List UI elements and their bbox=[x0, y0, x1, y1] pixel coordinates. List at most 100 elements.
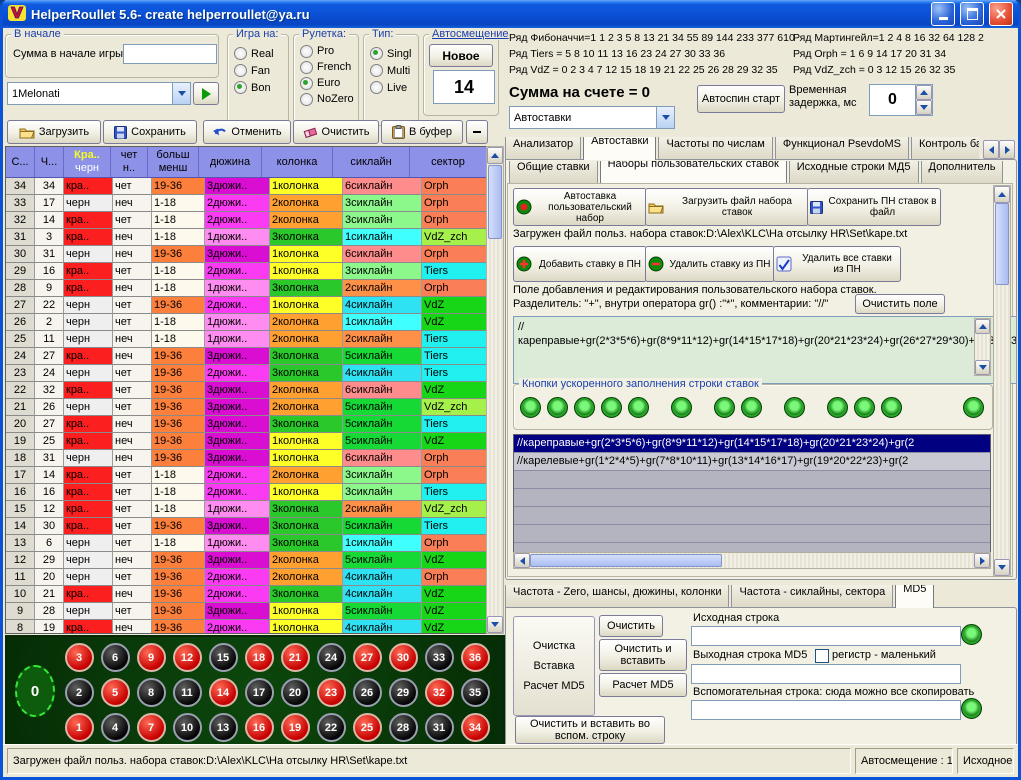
sub-tab-1[interactable]: Общие ставки bbox=[509, 161, 598, 183]
md5-calc-button[interactable]: Расчет MD5 bbox=[599, 673, 687, 697]
bottom-tab-3[interactable]: MD5 bbox=[895, 585, 934, 608]
board-number-4[interactable]: 4 bbox=[101, 713, 130, 742]
autobets-combobox-arrow[interactable] bbox=[656, 107, 674, 128]
panel-scrollbar[interactable] bbox=[993, 185, 1011, 577]
bets-list-hthumb[interactable] bbox=[530, 554, 722, 567]
bets-list-item[interactable]: //карелевые+gr(1*2*4*5)+gr(7*8*10*11)+gr… bbox=[514, 453, 990, 471]
main-tab-1[interactable]: Анализатор bbox=[505, 137, 581, 160]
save-button[interactable]: Сохранить bbox=[103, 120, 197, 144]
delete-bet-button[interactable]: Удалить ставку из ПН bbox=[645, 246, 775, 282]
board-number-6[interactable]: 6 bbox=[101, 643, 130, 672]
quick-fill-chip[interactable] bbox=[601, 397, 622, 418]
load-button[interactable]: Загрузить bbox=[7, 120, 101, 144]
radio-option-multi[interactable]: Multi bbox=[364, 62, 418, 79]
md5-clear-paste-aux-button[interactable]: Очистить и вставить во вспом. строку bbox=[515, 716, 665, 744]
spinner-up-button[interactable] bbox=[916, 85, 932, 100]
quick-fill-chip[interactable] bbox=[741, 397, 762, 418]
md5-clear-paste-button[interactable]: Очистить и вставить bbox=[599, 639, 687, 671]
title-bar[interactable]: HelperRoullet 5.6- create helperroullet@… bbox=[3, 0, 1018, 28]
board-number-22[interactable]: 22 bbox=[317, 713, 346, 742]
board-number-21[interactable]: 21 bbox=[281, 643, 310, 672]
board-number-3[interactable]: 3 bbox=[65, 643, 94, 672]
table-scrollbar[interactable] bbox=[486, 146, 504, 634]
undo-button[interactable]: Отменить bbox=[203, 120, 291, 144]
radio-option-real[interactable]: Real bbox=[228, 45, 288, 62]
minimize-button[interactable] bbox=[931, 2, 955, 26]
play-preset-button[interactable] bbox=[193, 82, 219, 105]
quick-fill-chip[interactable] bbox=[881, 397, 902, 418]
spinner-down-button[interactable] bbox=[916, 100, 932, 115]
md5-output-input[interactable] bbox=[691, 664, 961, 684]
board-number-35[interactable]: 35 bbox=[461, 678, 490, 707]
board-number-13[interactable]: 13 bbox=[209, 713, 238, 742]
autobet-user-set-button[interactable]: Автоставка пользовательский набор bbox=[513, 188, 647, 226]
collapse-button[interactable] bbox=[466, 120, 488, 144]
add-bet-button[interactable]: Добавить ставку в ПН bbox=[513, 246, 647, 282]
autobets-combobox[interactable]: Автоставки bbox=[509, 106, 675, 129]
scroll-right-button[interactable] bbox=[974, 553, 990, 568]
register-checkbox[interactable] bbox=[815, 649, 829, 663]
quick-fill-chip[interactable] bbox=[854, 397, 875, 418]
quick-fill-chip[interactable] bbox=[714, 397, 735, 418]
board-number-36[interactable]: 36 bbox=[461, 643, 490, 672]
radio-option-french[interactable]: French bbox=[294, 59, 358, 75]
board-number-5[interactable]: 5 bbox=[101, 678, 130, 707]
quick-fill-chip[interactable] bbox=[827, 397, 848, 418]
board-number-7[interactable]: 7 bbox=[137, 713, 166, 742]
board-number-12[interactable]: 12 bbox=[173, 643, 202, 672]
tab-scroll-right-button[interactable] bbox=[999, 140, 1015, 159]
autospin-start-button[interactable]: Автоспин старт bbox=[697, 85, 785, 113]
radio-option-fan[interactable]: Fan bbox=[228, 62, 288, 79]
radio-option-nozero[interactable]: NoZero bbox=[294, 91, 358, 107]
delete-all-bets-button[interactable]: Удалить все ставки из ПН bbox=[773, 246, 901, 282]
radio-option-singl[interactable]: Singl bbox=[364, 45, 418, 62]
bottom-tab-1[interactable]: Частота - Zero, шансы, дюжины, колонки bbox=[505, 585, 729, 608]
main-tab-4[interactable]: Функционал PsevdoMS bbox=[775, 137, 909, 160]
tab-scroll-left-button[interactable] bbox=[983, 140, 999, 159]
md5-aux-chip-button[interactable] bbox=[961, 698, 982, 719]
board-number-32[interactable]: 32 bbox=[425, 678, 454, 707]
bets-list-hscrollbar[interactable] bbox=[513, 552, 991, 569]
clear-button[interactable]: Очистить bbox=[293, 120, 379, 144]
scroll-up-button[interactable] bbox=[975, 319, 990, 334]
quick-fill-chip[interactable] bbox=[520, 397, 541, 418]
to-buffer-button[interactable]: В буфер bbox=[381, 120, 463, 144]
board-number-27[interactable]: 27 bbox=[353, 643, 382, 672]
sub-tab-2[interactable]: Наборы пользовательских ставок bbox=[600, 161, 787, 183]
board-number-1[interactable]: 1 bbox=[65, 713, 94, 742]
board-number-25[interactable]: 25 bbox=[353, 713, 382, 742]
board-number-15[interactable]: 15 bbox=[209, 643, 238, 672]
clear-field-button[interactable]: Очистить поле bbox=[855, 294, 945, 314]
board-number-31[interactable]: 31 bbox=[425, 713, 454, 742]
table-scrollbar-thumb[interactable] bbox=[488, 165, 502, 239]
radio-option-live[interactable]: Live bbox=[364, 79, 418, 96]
board-number-28[interactable]: 28 bbox=[389, 713, 418, 742]
board-number-17[interactable]: 17 bbox=[245, 678, 274, 707]
quick-fill-chip[interactable] bbox=[574, 397, 595, 418]
new-shift-button[interactable]: Новое bbox=[429, 44, 493, 67]
board-number-24[interactable]: 24 bbox=[317, 643, 346, 672]
bets-list-item[interactable]: //кареправые+gr(2*3*5*6)+gr(8*9*11*12)+g… bbox=[514, 435, 990, 453]
md5-source-input[interactable] bbox=[691, 626, 961, 646]
board-number-10[interactable]: 10 bbox=[173, 713, 202, 742]
radio-option-euro[interactable]: Euro bbox=[294, 75, 358, 91]
board-number-9[interactable]: 9 bbox=[137, 643, 166, 672]
start-sum-input[interactable] bbox=[123, 44, 217, 64]
bet-edit-field-scrollbar[interactable] bbox=[974, 318, 991, 376]
board-number-18[interactable]: 18 bbox=[245, 643, 274, 672]
board-number-26[interactable]: 26 bbox=[353, 678, 382, 707]
delay-spinner[interactable]: 0 bbox=[869, 84, 933, 116]
board-number-34[interactable]: 34 bbox=[461, 713, 490, 742]
board-number-23[interactable]: 23 bbox=[317, 678, 346, 707]
panel-scrollbar-thumb[interactable] bbox=[995, 203, 1009, 285]
board-number-2[interactable]: 2 bbox=[65, 678, 94, 707]
md5-aux-input[interactable] bbox=[691, 700, 961, 720]
radio-option-bon[interactable]: Bon bbox=[228, 79, 288, 96]
quick-fill-chip[interactable] bbox=[671, 397, 692, 418]
scroll-left-button[interactable] bbox=[514, 553, 530, 568]
bottom-tab-2[interactable]: Частота - сиклайны, сектора bbox=[731, 585, 893, 608]
board-number-30[interactable]: 30 bbox=[389, 643, 418, 672]
scroll-up-button[interactable] bbox=[994, 186, 1010, 203]
board-number-8[interactable]: 8 bbox=[137, 678, 166, 707]
close-button[interactable] bbox=[989, 2, 1013, 26]
